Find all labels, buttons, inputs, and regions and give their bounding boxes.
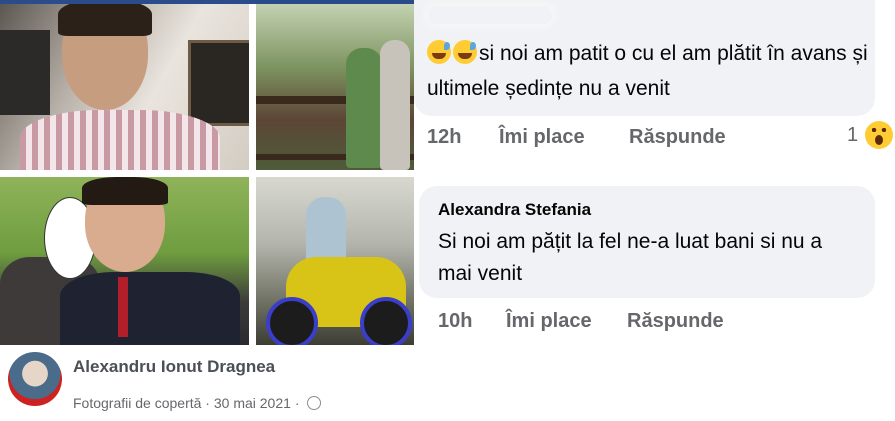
post-album-link[interactable]: Fotografii de copertă bbox=[73, 395, 201, 411]
reply-button[interactable]: Răspunde bbox=[629, 126, 726, 149]
meta-separator: · bbox=[205, 395, 210, 411]
man-figure bbox=[380, 40, 410, 170]
like-button[interactable]: Îmi place bbox=[499, 126, 585, 149]
top-edge-strip bbox=[0, 0, 414, 4]
comment-body: si noi am patit o cu el am plătit în ava… bbox=[427, 36, 887, 106]
wow-icon[interactable] bbox=[865, 121, 893, 149]
comment-text: Si noi am pățit la fel ne-a luat bani si… bbox=[438, 230, 823, 285]
dark-jacket bbox=[60, 272, 240, 345]
wall-picture bbox=[0, 30, 50, 115]
globe-icon bbox=[307, 396, 322, 410]
quad-wheel bbox=[360, 297, 412, 345]
post-meta: Fotografii de copertă · 30 mai 2021 · bbox=[73, 395, 322, 411]
comment-author-name[interactable]: Alexandra Stefania bbox=[438, 200, 591, 220]
comment-timestamp[interactable]: 12h bbox=[427, 126, 461, 149]
reply-button[interactable]: Răspunde bbox=[627, 310, 724, 333]
meta-separator: · bbox=[294, 395, 300, 411]
man-hair bbox=[82, 177, 168, 205]
cover-photo-4[interactable] bbox=[256, 177, 414, 345]
grinning-sweat-emoji-icon bbox=[427, 40, 451, 64]
grinning-sweat-emoji-icon bbox=[453, 40, 477, 64]
wall-painting bbox=[188, 40, 249, 126]
cover-photo-1[interactable] bbox=[0, 0, 249, 170]
redacted-author-name bbox=[428, 6, 552, 24]
avatar[interactable] bbox=[8, 352, 62, 406]
checked-shirt bbox=[20, 110, 220, 170]
man-hair bbox=[58, 0, 152, 36]
comment-text: si noi am patit o cu el am plătit în ava… bbox=[427, 42, 868, 100]
comment-timestamp[interactable]: 10h bbox=[438, 310, 472, 333]
woman-figure bbox=[346, 48, 382, 168]
post-author-name[interactable]: Alexandru Ionut Dragnea bbox=[73, 357, 275, 377]
reaction-count[interactable]: 1 bbox=[847, 124, 858, 147]
quad-wheel bbox=[266, 297, 318, 345]
cover-photo-3[interactable] bbox=[0, 177, 249, 345]
red-tie bbox=[118, 277, 128, 337]
post-date[interactable]: 30 mai 2021 bbox=[214, 395, 291, 411]
cover-photo-2[interactable] bbox=[256, 0, 414, 170]
like-button[interactable]: Îmi place bbox=[506, 310, 592, 333]
